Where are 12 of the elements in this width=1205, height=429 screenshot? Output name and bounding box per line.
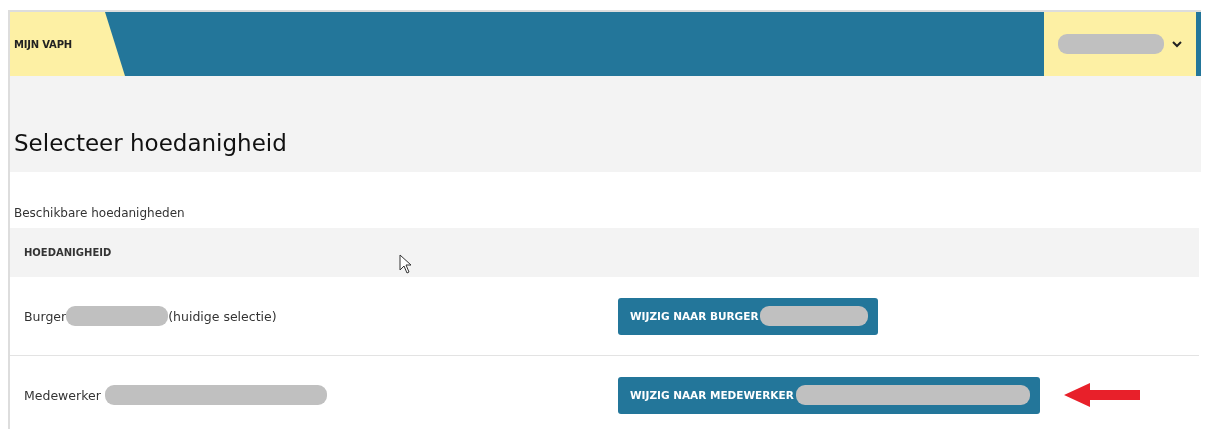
column-header: HOEDANIGHEID: [24, 247, 112, 258]
role-name: Burger: [24, 308, 67, 324]
mouse-cursor-icon: [399, 253, 414, 274]
section-subtitle: Beschikbare hoedanigheden: [13, 205, 186, 222]
current-selection-note: (huidige selectie): [168, 308, 277, 324]
page-title: Selecteer hoedanigheid: [14, 130, 287, 156]
user-menu[interactable]: [1044, 12, 1196, 76]
role-name: Medewerker: [24, 387, 101, 403]
switch-role-button[interactable]: WIJZIG NAAR MEDEWERKER: [618, 376, 1040, 414]
switch-role-button[interactable]: WIJZIG NAAR BURGER: [618, 297, 879, 335]
logo-text[interactable]: MIJN VAPH: [14, 38, 72, 50]
chevron-down-icon: [1172, 40, 1182, 48]
